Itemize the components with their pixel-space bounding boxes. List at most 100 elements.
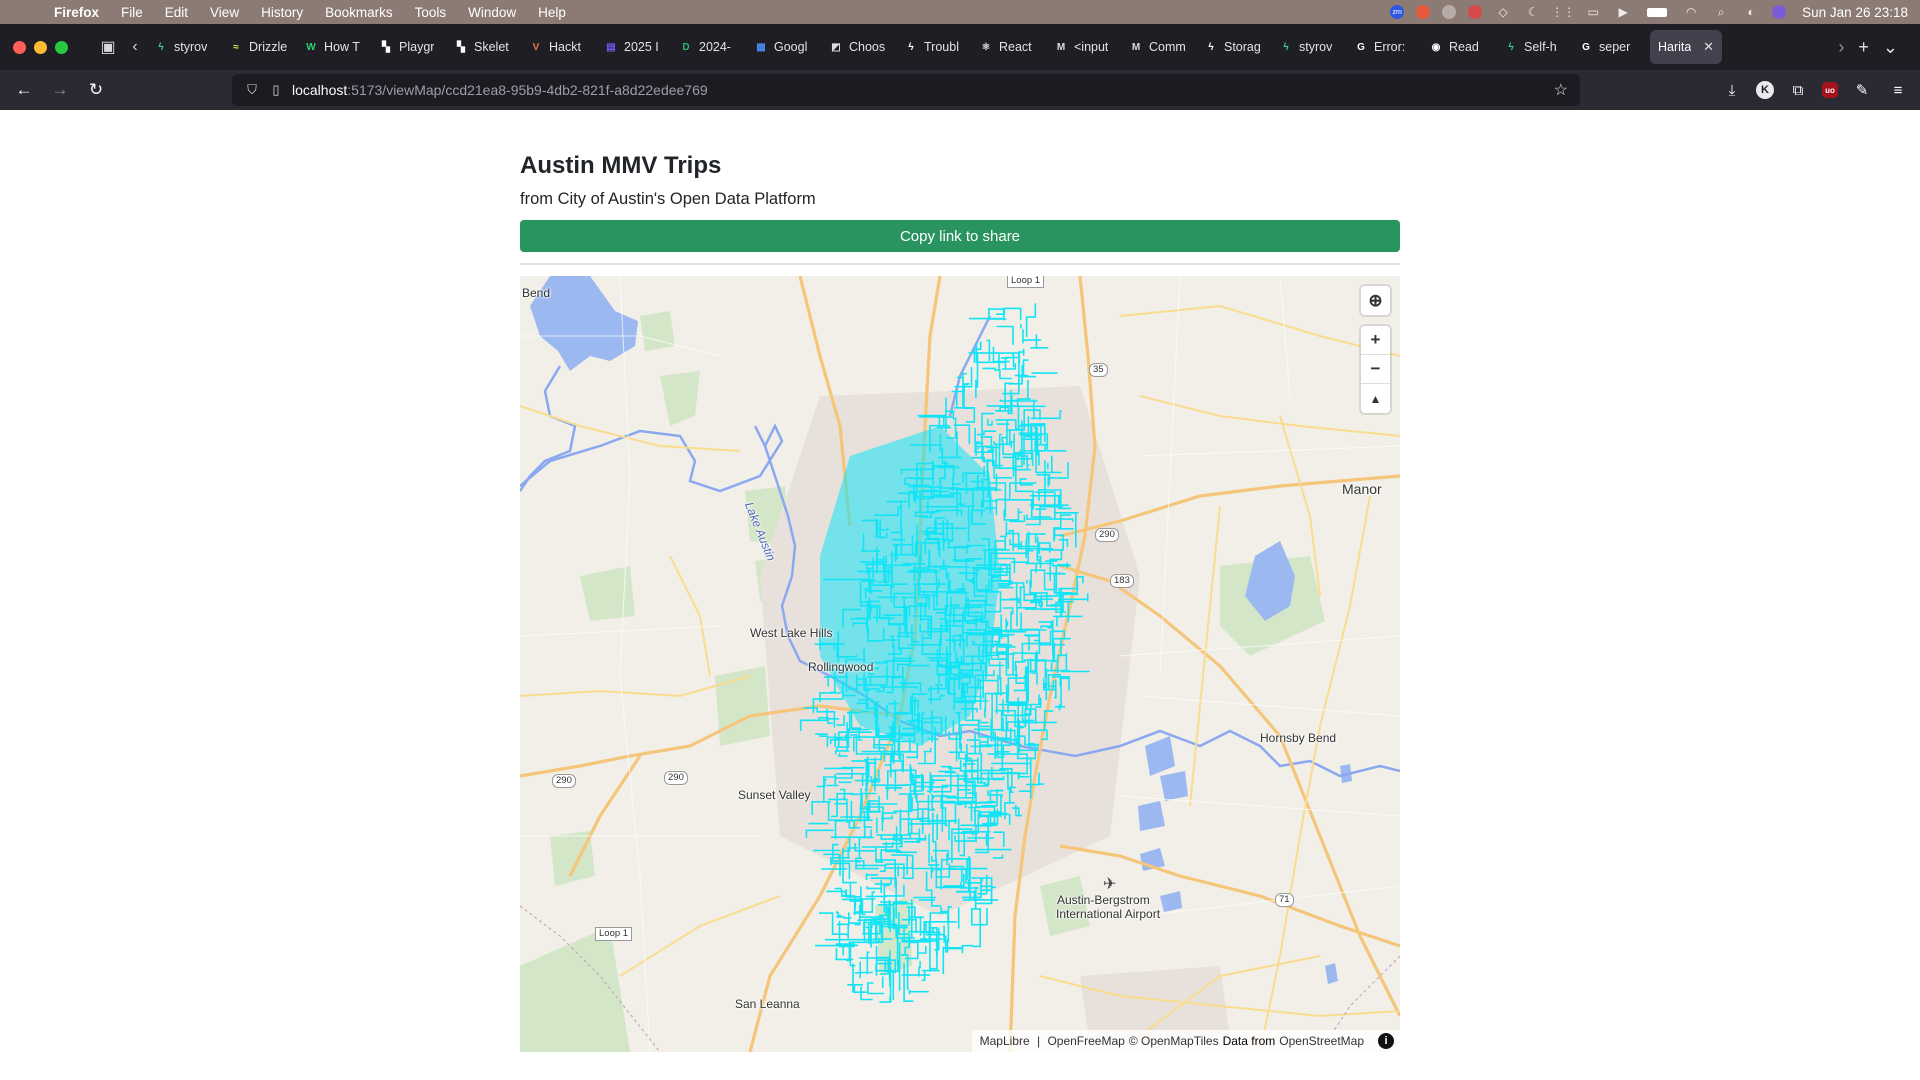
window-close-button[interactable]	[13, 40, 26, 54]
firefox-view-icon[interactable]: ▣	[92, 31, 124, 63]
zoom-in-button[interactable]: +	[1361, 326, 1390, 355]
tab-label: Error:	[1374, 40, 1406, 54]
tab-item[interactable]: W How T	[296, 30, 371, 64]
menubar-clock[interactable]: Sun Jan 26 23:18	[1798, 5, 1908, 20]
attrib-osm-link[interactable]: OpenStreetMap	[1279, 1034, 1364, 1048]
page-info-icon[interactable]: ▯	[266, 82, 286, 98]
shield-loop1-bottom: Loop 1	[595, 927, 633, 941]
tracking-protection-icon[interactable]: ⛉	[238, 82, 266, 98]
tab-active[interactable]: Harita ✕	[1650, 30, 1722, 64]
calendar-icon: ▤	[606, 41, 616, 53]
tab-label: Choos	[849, 40, 886, 54]
tab-item[interactable]: ≈ Drizzle	[221, 30, 296, 64]
tab-item[interactable]: M <input	[1046, 30, 1121, 64]
attrib-openmaptiles-link[interactable]: © OpenMapTiles	[1129, 1034, 1219, 1048]
url-host: localhost	[292, 82, 348, 98]
attrib-maplibre-link[interactable]: MapLibre	[980, 1034, 1030, 1048]
battery-icon[interactable]	[1644, 5, 1670, 19]
tab-item[interactable]: ▚ Skelet	[446, 30, 521, 64]
tab-item[interactable]: Gseper	[1571, 30, 1646, 64]
spotlight-search-icon[interactable]: ⌕	[1712, 5, 1730, 19]
menu-history[interactable]: History	[250, 5, 314, 20]
menu-file[interactable]: File	[110, 5, 154, 20]
new-tab-icon[interactable]: +	[1858, 37, 1869, 58]
geolocate-button[interactable]: ⊕	[1361, 286, 1390, 315]
tab-item[interactable]: ϟ Self-h	[1496, 30, 1571, 64]
tab-item[interactable]: ◉ Read	[1421, 30, 1496, 64]
page-title: Austin MMV Trips	[520, 152, 722, 179]
app-menu-icon[interactable]: ≡	[1886, 74, 1910, 106]
menu-app-name[interactable]: Firefox	[44, 5, 110, 20]
tab-item[interactable]: ϟ Troubl	[896, 30, 971, 64]
tab-item[interactable]: ϟ styrov	[1271, 30, 1346, 64]
tab-close-icon[interactable]: ✕	[1703, 39, 1714, 55]
record-status-icon[interactable]	[1468, 5, 1483, 19]
tab-item[interactable]: ▦ Googl	[746, 30, 821, 64]
trips-map[interactable]: Bend Manor Lake Austin West Lake Hills R…	[520, 276, 1400, 1052]
window-icon[interactable]: ▭	[1584, 5, 1602, 19]
play-icon[interactable]: ▶	[1614, 5, 1632, 19]
map-attribution: MapLibre | OpenFreeMap © OpenMapTiles Da…	[971, 1030, 1400, 1052]
zoom-status-icon[interactable]: zm	[1390, 5, 1405, 19]
eyedropper-icon[interactable]: ✎	[1850, 74, 1874, 106]
reload-icon[interactable]: ↻	[78, 74, 114, 106]
siri-icon[interactable]	[1772, 5, 1787, 19]
tab-item[interactable]: ⚛ React	[971, 30, 1046, 64]
tab-item[interactable]: G Error:	[1346, 30, 1421, 64]
moon-icon[interactable]: ☾	[1524, 5, 1542, 19]
tab-item[interactable]: ϟ styrov	[146, 30, 221, 64]
zoom-out-button[interactable]: −	[1361, 355, 1390, 384]
tab-item[interactable]: V Hackt	[521, 30, 596, 64]
tab-item[interactable]: ϟ Storag	[1196, 30, 1271, 64]
browser-status-icon[interactable]	[1442, 5, 1457, 19]
tab-label: Comm	[1149, 40, 1186, 54]
tab-label: Googl	[774, 40, 808, 54]
tab-label: Storag	[1224, 40, 1261, 54]
urban-areas	[760, 386, 1230, 1046]
tab-label: 2025 I	[624, 40, 659, 54]
forward-icon[interactable]: →	[42, 74, 78, 106]
menu-bookmarks[interactable]: Bookmarks	[314, 5, 404, 20]
window-maximize-button[interactable]	[55, 40, 68, 54]
tabs-scroll-right-icon[interactable]: ›	[1838, 37, 1844, 58]
attrib-openfreemap-link[interactable]: OpenFreeMap	[1047, 1034, 1124, 1048]
compass-reset-north-button[interactable]: ▲	[1361, 384, 1390, 413]
url-bar[interactable]: ⛉ ▯ localhost :5173/viewMap/ccd21ea8-95b…	[232, 74, 1580, 106]
tab-item[interactable]: ▚ Playgr	[371, 30, 446, 64]
control-center-icon[interactable]: ◐	[1742, 5, 1760, 19]
extensions-icon[interactable]: ⧉	[1786, 74, 1810, 106]
attribution-info-icon[interactable]: i	[1378, 1033, 1394, 1049]
menu-help[interactable]: Help	[527, 5, 577, 20]
bolt-icon: ϟ	[1208, 41, 1214, 53]
menu-window[interactable]: Window	[457, 5, 527, 20]
tab-label: Troubl	[924, 40, 959, 54]
tab-item[interactable]: D 2024-	[671, 30, 746, 64]
trip-density-core	[820, 426, 1000, 746]
window-minimize-button[interactable]	[34, 40, 47, 54]
menu-view[interactable]: View	[199, 5, 250, 20]
grid-icon[interactable]: ⋮⋮	[1551, 5, 1575, 19]
diamond-icon[interactable]: ◇	[1494, 5, 1512, 19]
tabs-scroll-left-icon[interactable]: ‹	[124, 31, 146, 63]
tab-item[interactable]: ▤ 2025 I	[596, 30, 671, 64]
menu-edit[interactable]: Edit	[154, 5, 199, 20]
tab-item[interactable]: M Comm	[1121, 30, 1196, 64]
menu-tools[interactable]: Tools	[404, 5, 458, 20]
ublock-icon[interactable]: uo	[1822, 82, 1838, 98]
list-all-tabs-icon[interactable]: ⌄	[1883, 37, 1898, 58]
extension-k-icon[interactable]: K	[1756, 81, 1774, 99]
toolbar-right: ⤓ K ⧉ uo ✎ ≡	[1720, 70, 1910, 110]
place-label-manor: Manor	[1342, 481, 1382, 497]
wifi-icon[interactable]: ◠	[1682, 5, 1700, 19]
copy-link-button[interactable]: Copy link to share	[520, 220, 1400, 252]
skeleton-icon: ▚	[457, 41, 465, 53]
downloads-icon[interactable]: ⤓	[1720, 74, 1744, 106]
basemap	[520, 276, 1400, 1052]
google-icon: G	[1582, 41, 1590, 53]
bookmark-star-icon[interactable]: ☆	[1554, 80, 1568, 100]
tab-item[interactable]: ◩ Choos	[821, 30, 896, 64]
tab-label: Read	[1449, 40, 1479, 54]
back-icon[interactable]: ←	[6, 74, 42, 106]
tab-label: styrov	[1299, 40, 1333, 54]
creative-cloud-icon[interactable]	[1416, 5, 1431, 19]
